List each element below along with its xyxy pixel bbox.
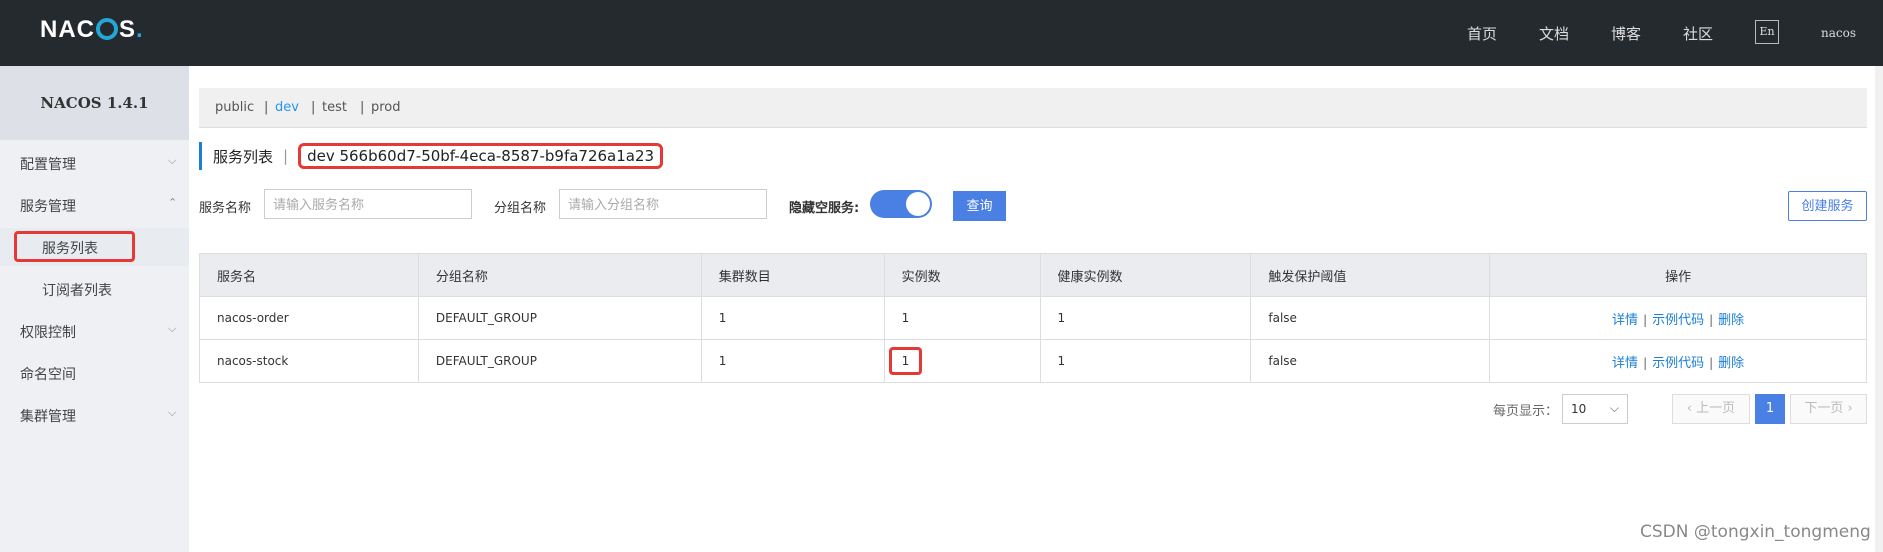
sidebar-item-service-mgmt[interactable]: 服务管理 ⌃ <box>0 186 189 224</box>
nav-home[interactable]: 首页 <box>1467 23 1497 44</box>
cell-clusters: 1 <box>700 339 885 383</box>
cell-healthy: 1 <box>1039 296 1252 340</box>
highlight-box-sidebar <box>14 231 135 262</box>
action-separator: | <box>1643 312 1648 327</box>
query-button[interactable]: 查询 <box>953 191 1006 221</box>
sidebar-item-auth[interactable]: 权限控制 ⌵ <box>0 312 189 350</box>
page-title-bar: 服务列表 | dev 566b60d7-50bf-4eca-8587-b9fa7… <box>199 142 664 170</box>
watermark: CSDN @tongxin_tongmeng <box>1640 522 1871 542</box>
next-page-label: 下一页 <box>1804 401 1844 416</box>
cell-instances: 1 <box>883 296 1041 340</box>
highlighted-instance-count: 1 <box>888 347 923 375</box>
column-header: 触发保护阈值 <box>1250 253 1491 297</box>
cell-service-name: nacos-order <box>199 296 419 340</box>
sidebar: NACOS 1.4.1 配置管理 ⌵ 服务管理 ⌃ 服务列表 订阅者列表 权限控… <box>0 66 189 552</box>
next-page-button[interactable]: 下一页 › <box>1790 394 1867 424</box>
sidebar-item-namespace[interactable]: 命名空间 <box>0 354 189 392</box>
action-separator: | <box>1643 355 1648 370</box>
table-row: nacos-stock DEFAULT_GROUP 1 1 1 false 详情… <box>199 339 1867 383</box>
logo-text-end: S <box>119 16 137 43</box>
chevron-down-icon: ⌵ <box>168 154 177 167</box>
toggle-knob <box>906 192 930 216</box>
language-toggle[interactable]: En <box>1755 20 1779 44</box>
detail-link[interactable]: 详情 <box>1612 313 1638 328</box>
delete-link[interactable]: 删除 <box>1718 356 1744 371</box>
page-size-value: 10 <box>1571 402 1587 416</box>
cell-service-name: nacos-stock <box>199 339 419 383</box>
table-row: nacos-order DEFAULT_GROUP 1 1 1 false 详情… <box>199 296 1867 340</box>
cell-actions: 详情 | 示例代码 | 删除 <box>1489 296 1867 340</box>
sidebar-title: NACOS 1.4.1 <box>0 66 189 140</box>
column-header: 操作 <box>1489 253 1867 297</box>
current-page-button[interactable]: 1 <box>1755 394 1785 424</box>
sidebar-item-label: 配置管理 <box>20 157 76 173</box>
prev-page-label: 上一页 <box>1696 401 1736 416</box>
title-separator: | <box>283 147 289 165</box>
nav-community[interactable]: 社区 <box>1683 23 1713 44</box>
sidebar-item-label: 权限控制 <box>20 325 76 341</box>
logo-text: NAC <box>40 16 95 43</box>
page-title: 服务列表 <box>213 147 274 166</box>
sidebar-item-label: 集群管理 <box>20 409 76 425</box>
sample-code-link[interactable]: 示例代码 <box>1652 356 1704 371</box>
delete-link[interactable]: 删除 <box>1718 313 1744 328</box>
group-name-label: 分组名称 <box>494 201 547 216</box>
namespace-separator: | <box>311 100 316 115</box>
user-name[interactable]: nacos <box>1821 26 1856 40</box>
chevron-up-icon: ⌃ <box>168 196 178 209</box>
service-name-label: 服务名称 <box>199 201 252 216</box>
namespace-dev[interactable]: dev <box>275 100 299 115</box>
column-header: 健康实例数 <box>1039 253 1252 297</box>
sidebar-item-config[interactable]: 配置管理 ⌵ <box>0 144 189 182</box>
logo-o-ring <box>96 18 118 40</box>
prev-page-button[interactable]: ‹ 上一页 <box>1672 394 1750 424</box>
namespace-separator: | <box>360 100 365 115</box>
namespace-id: dev 566b60d7-50bf-4eca-8587-b9fa726a1a23 <box>298 143 664 169</box>
nav-docs[interactable]: 文档 <box>1539 23 1569 44</box>
service-table: 服务名 分组名称 集群数目 实例数 健康实例数 触发保护阈值 操作 nacos-… <box>199 253 1867 383</box>
chevron-down-icon: ⌵ <box>168 406 177 419</box>
cell-clusters: 1 <box>700 296 885 340</box>
nacos-logo[interactable]: NAC S. <box>40 16 144 44</box>
chevron-down-icon: ⌵ <box>168 322 177 335</box>
cell-actions: 详情 | 示例代码 | 删除 <box>1489 339 1867 383</box>
hide-empty-toggle[interactable] <box>870 190 932 218</box>
scrollbar[interactable] <box>1875 66 1883 552</box>
page-size-label: 每页显示： <box>1493 404 1559 419</box>
column-header: 集群数目 <box>700 253 885 297</box>
sidebar-item-label: 服务管理 <box>20 199 76 215</box>
sample-code-link[interactable]: 示例代码 <box>1652 313 1704 328</box>
namespace-separator: | <box>264 100 269 115</box>
column-header: 服务名 <box>199 253 419 297</box>
action-separator: | <box>1709 355 1714 370</box>
sidebar-item-label: 订阅者列表 <box>42 283 112 299</box>
namespace-prod[interactable]: prod <box>371 100 401 115</box>
cell-instances: 1 <box>883 339 1041 383</box>
cell-healthy: 1 <box>1039 339 1252 383</box>
column-header: 实例数 <box>883 253 1041 297</box>
table-header-row: 服务名 分组名称 集群数目 实例数 健康实例数 触发保护阈值 操作 <box>199 253 1867 297</box>
cell-protect: false <box>1250 296 1491 340</box>
create-service-button[interactable]: 创建服务 <box>1788 191 1867 221</box>
cell-group: DEFAULT_GROUP <box>417 296 702 340</box>
column-header: 分组名称 <box>417 253 702 297</box>
namespace-test[interactable]: test <box>322 100 347 115</box>
sidebar-item-cluster[interactable]: 集群管理 ⌵ <box>0 396 189 434</box>
detail-link[interactable]: 详情 <box>1612 356 1638 371</box>
chevron-down-icon: ⌵ <box>1609 401 1619 415</box>
service-name-input[interactable] <box>264 189 472 219</box>
top-navbar: NAC S. 首页 文档 博客 社区 nacos En <box>0 0 1883 66</box>
group-name-input[interactable] <box>559 189 767 219</box>
namespace-public[interactable]: public <box>215 100 254 115</box>
page-size-select[interactable]: 10 ⌵ <box>1562 394 1628 424</box>
sidebar-item-subscribers[interactable]: 订阅者列表 <box>0 270 189 308</box>
cell-group: DEFAULT_GROUP <box>417 339 702 383</box>
hide-empty-label: 隐藏空服务: <box>789 201 860 216</box>
logo-dot: . <box>136 16 144 43</box>
sidebar-item-label: 命名空间 <box>20 367 76 383</box>
namespace-bar: public | dev | test | prod <box>199 88 1867 128</box>
nav-blog[interactable]: 博客 <box>1611 23 1641 44</box>
action-separator: | <box>1709 312 1714 327</box>
cell-protect: false <box>1250 339 1491 383</box>
